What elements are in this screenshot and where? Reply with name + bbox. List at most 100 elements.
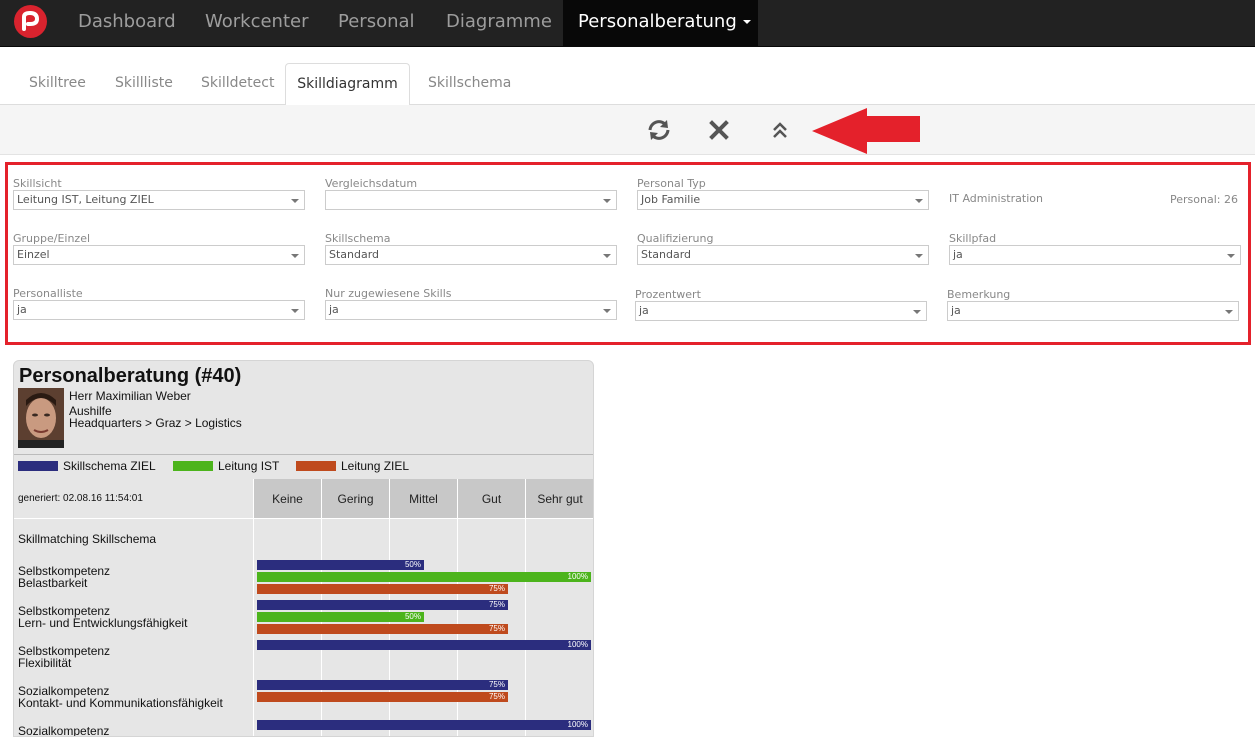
qualifizierung-select[interactable]: Standard	[637, 245, 929, 265]
personalliste-value: ja	[17, 303, 27, 316]
top-navbar: Dashboard Workcenter Personal Diagramme …	[0, 0, 1255, 47]
person-name: Herr Maximilian Weber	[69, 389, 191, 403]
grid-cell	[526, 599, 593, 639]
legend-label: Leitung IST	[218, 459, 280, 473]
tab-skilldiagramm[interactable]: Skilldiagramm	[285, 63, 410, 106]
skill-bar: 75%	[257, 584, 508, 594]
refresh-icon[interactable]	[646, 117, 672, 143]
skill-bar: 75%	[257, 624, 508, 634]
vergleichsdatum-label: Vergleichsdatum	[325, 177, 418, 190]
legend-label: Leitung ZIEL	[341, 459, 410, 473]
toolbar	[0, 105, 1255, 155]
close-icon[interactable]	[706, 117, 732, 143]
skillschema-value: Standard	[329, 248, 380, 261]
legend-swatch-leitung-ist	[173, 461, 213, 471]
qualifizierung-value: Standard	[641, 248, 692, 261]
personal-typ-select[interactable]: Job Familie	[637, 190, 929, 210]
skill-name: Belastbarkeit	[18, 576, 88, 590]
chevron-down-icon	[291, 199, 299, 203]
skill-bar: 50%	[257, 612, 424, 622]
legend-label: Skillschema ZIEL	[63, 459, 156, 473]
skillpfad-value: ja	[953, 248, 963, 261]
nur-zugewiesene-skills-label: Nur zugewiesene Skills	[325, 287, 452, 300]
chevron-down-icon	[1225, 310, 1233, 314]
chevron-down-icon	[291, 309, 299, 313]
legend-swatch-leitung-ziel	[296, 461, 336, 471]
skill-bar: 50%	[257, 560, 424, 570]
skillpfad-label: Skillpfad	[949, 232, 997, 245]
personal-typ-value: Job Familie	[641, 193, 701, 206]
personal-typ-label: Personal Typ	[637, 177, 706, 190]
grid-cell	[526, 519, 593, 559]
grid-cell	[526, 679, 593, 719]
bemerkung-label: Bemerkung	[947, 288, 1011, 301]
nav-diagramme[interactable]: Diagramme	[446, 0, 552, 46]
nav-dashboard[interactable]: Dashboard	[78, 0, 176, 46]
prozentwert-label: Prozentwert	[635, 288, 701, 301]
level-header: Sehr gut	[526, 479, 593, 519]
grid-cell	[254, 519, 322, 559]
it-administration-text: IT Administration	[949, 192, 1043, 205]
skill-row: Sozialkompetenz 100%	[14, 719, 593, 736]
red-arrow-annotation	[812, 108, 920, 154]
legend-swatch-skillschema-ziel	[18, 461, 58, 471]
skill-bar: 100%	[257, 572, 591, 582]
skillsicht-select[interactable]: Leitung IST, Leitung ZIEL	[13, 190, 305, 210]
gruppe-select[interactable]: Einzel	[13, 245, 305, 265]
skill-row: Skillmatching Skillschema	[14, 519, 593, 559]
tab-skillschema[interactable]: Skillschema	[428, 63, 511, 105]
personalliste-select[interactable]: ja	[13, 300, 305, 320]
collapse-up-icon[interactable]	[767, 117, 793, 143]
skill-name: Lern- und Entwicklungsfähigkeit	[18, 616, 188, 630]
qualifizierung-label: Qualifizierung	[637, 232, 714, 245]
tab-skilldetect[interactable]: Skilldetect	[201, 63, 274, 105]
chevron-down-icon	[603, 254, 611, 258]
generated-timestamp: generiert: 02.08.16 11:54:01	[14, 479, 254, 519]
nur-zugewiesene-skills-select[interactable]: ja	[325, 300, 617, 320]
skill-row-label: Sozialkompetenz Kontakt- und Kommunikatio…	[14, 679, 254, 719]
nav-personal[interactable]: Personal	[338, 0, 415, 46]
level-header: Gut	[458, 479, 526, 519]
skill-row-label: Sozialkompetenz	[14, 719, 254, 736]
personalliste-label: Personalliste	[13, 287, 83, 300]
skill-bar: 75%	[257, 692, 508, 702]
prozentwert-select[interactable]: ja	[635, 301, 927, 321]
skillsicht-label: Skillsicht	[13, 177, 62, 190]
level-header: Keine	[254, 479, 322, 519]
chart-legend: Skillschema ZIEL Leitung IST Leitung ZIE…	[14, 454, 593, 479]
gruppe-value: Einzel	[17, 248, 50, 261]
skill-bar: 100%	[257, 640, 591, 650]
skill-category: Skillmatching Skillschema	[18, 532, 157, 546]
bemerkung-select[interactable]: ja	[947, 301, 1239, 321]
app-logo-icon[interactable]	[14, 5, 47, 38]
skill-bar: 75%	[257, 600, 508, 610]
nav-personalberatung-dropdown[interactable]: Personalberatung	[563, 0, 758, 46]
report-title: Personalberatung (#40)	[19, 365, 242, 387]
skillschema-label: Skillschema	[325, 232, 391, 245]
skill-name: Kontakt- und Kommunikationsfähigkeit	[18, 696, 223, 710]
person-photo	[18, 388, 64, 448]
skill-row-label: Selbstkompetenz Belastbarkeit	[14, 559, 254, 599]
level-header: Gering	[322, 479, 390, 519]
skill-bar: 75%	[257, 680, 508, 690]
grid-cell	[458, 519, 526, 559]
skill-bar: 100%	[257, 720, 591, 730]
prozentwert-value: ja	[639, 304, 649, 317]
bemerkung-value: ja	[951, 304, 961, 317]
skill-row: Sozialkompetenz Kontakt- und Kommunikatio…	[14, 679, 593, 719]
person-path: Headquarters > Graz > Logistics	[69, 416, 242, 430]
chevron-down-icon	[913, 310, 921, 314]
grid-cell	[390, 519, 458, 559]
skillschema-select[interactable]: Standard	[325, 245, 617, 265]
gruppe-label: Gruppe/Einzel	[13, 232, 91, 245]
skill-row-label: Selbstkompetenz Flexibilität	[14, 639, 254, 679]
vergleichsdatum-select[interactable]	[325, 190, 617, 210]
nav-workcenter[interactable]: Workcenter	[205, 0, 309, 46]
chevron-down-icon	[291, 254, 299, 258]
nur-zugewiesene-skills-value: ja	[329, 303, 339, 316]
skillpfad-select[interactable]: ja	[949, 245, 1241, 265]
tab-skillliste[interactable]: Skillliste	[115, 63, 173, 105]
tab-skilltree[interactable]: Skilltree	[29, 63, 86, 105]
chevron-down-icon	[603, 309, 611, 313]
skillsicht-value: Leitung IST, Leitung ZIEL	[17, 193, 154, 206]
